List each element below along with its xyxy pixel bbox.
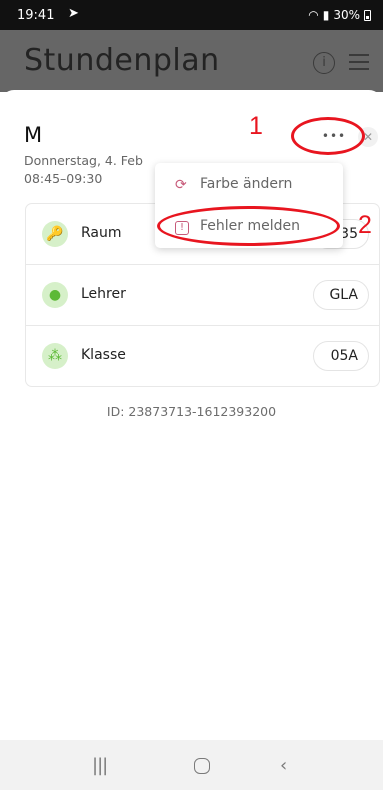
annotation-circle-2 <box>157 206 340 246</box>
row-label: Raum <box>81 225 122 241</box>
annotation-circle-1 <box>291 117 365 155</box>
row-value-class[interactable]: 05A <box>313 341 369 371</box>
status-right: ◠ ▮ 30% <box>308 8 371 22</box>
menu-item-change-color[interactable]: ⟳ Farbe ändern <box>155 166 343 204</box>
lesson-subject: M <box>24 123 43 147</box>
recent-apps-icon[interactable]: ||| <box>92 755 108 776</box>
info-icon[interactable]: i <box>313 52 335 74</box>
page-title: Stundenplan <box>24 43 220 78</box>
row-label: Lehrer <box>81 286 126 302</box>
lesson-date: Donnerstag, 4. Feb <box>24 153 143 168</box>
annotation-number-2: 2 <box>358 211 372 239</box>
battery-percent: 30% <box>333 8 360 22</box>
battery-icon <box>364 9 371 21</box>
info-row-class: ⁂ Klasse 05A <box>26 326 379 387</box>
location-arrow-icon: ➤ <box>68 6 79 21</box>
row-value-teacher[interactable]: GLA <box>313 280 369 310</box>
status-time: 19:41 <box>17 8 55 23</box>
android-navigation-bar: ||| ‹ <box>0 740 383 790</box>
key-icon: 🔑 <box>42 221 68 247</box>
group-icon: ⁂ <box>42 343 68 369</box>
hamburger-menu-icon[interactable] <box>349 54 369 70</box>
row-label: Klasse <box>81 347 126 363</box>
lesson-time: 08:45–09:30 <box>24 171 103 186</box>
back-icon[interactable]: ‹ <box>280 755 287 776</box>
home-icon[interactable] <box>194 758 210 774</box>
info-row-teacher: ● Lehrer GLA <box>26 265 379 326</box>
annotation-number-1: 1 <box>249 112 263 140</box>
refresh-color-icon: ⟳ <box>175 177 187 193</box>
menu-item-label: Farbe ändern <box>200 176 293 192</box>
person-icon: ● <box>42 282 68 308</box>
signal-icon: ▮ <box>322 8 330 22</box>
wifi-icon: ◠ <box>308 8 319 22</box>
lesson-id: ID: 23873713-1612393200 <box>106 404 277 419</box>
status-bar: 19:41 ➤ ◠ ▮ 30% <box>0 0 383 30</box>
app-header: Stundenplan i <box>0 30 383 92</box>
